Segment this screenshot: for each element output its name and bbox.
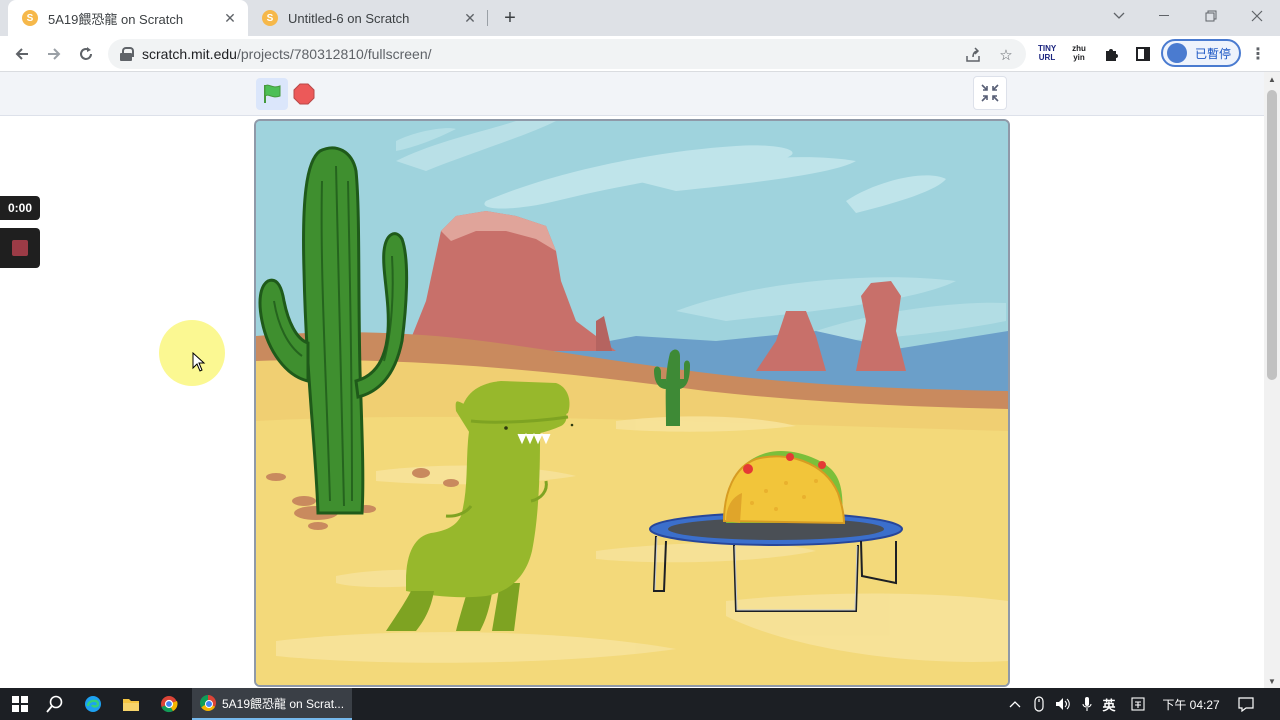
restore-icon[interactable] [1188, 0, 1234, 32]
chrome-icon [200, 695, 216, 711]
avatar [1167, 43, 1187, 63]
side-panel-icon[interactable] [1129, 40, 1157, 68]
exit-fullscreen-icon [981, 84, 999, 102]
stage-canvas [256, 121, 1008, 685]
share-icon[interactable] [964, 46, 982, 64]
scratch-page: 0:00 [0, 72, 1264, 688]
tray-chevron-up-icon[interactable] [1006, 688, 1024, 720]
url-domain: scratch.mit.edu [142, 46, 237, 62]
green-flag-button[interactable] [256, 78, 288, 110]
scratch-favicon-icon: S [22, 10, 38, 26]
volume-icon[interactable] [1052, 688, 1074, 720]
back-icon[interactable] [8, 40, 36, 68]
notification-icon[interactable] [1234, 688, 1258, 720]
tab-active[interactable]: S 5A19餵恐龍 on Scratch ✕ [8, 0, 248, 36]
taskbar-app-label: 5A19餵恐龍 on Scrat... [222, 696, 345, 711]
url-text: scratch.mit.edu/projects/780312810/fulls… [142, 46, 432, 62]
profile-status-label: 已暫停 [1195, 46, 1232, 61]
zhuyin-icon[interactable]: zhu yin [1070, 44, 1088, 62]
profile-button[interactable]: 已暫停 [1161, 39, 1241, 67]
ime-mode-icon[interactable] [1128, 688, 1148, 720]
stop-recording-button[interactable] [0, 228, 40, 268]
ime-language-indicator[interactable]: 英 [1098, 688, 1120, 720]
tab-inactive[interactable]: S Untitled-6 on Scratch ✕ [248, 0, 488, 36]
tinyurl-label: TINY URL [1038, 44, 1057, 62]
scroll-thumb[interactable] [1267, 90, 1277, 380]
exit-fullscreen-button[interactable] [973, 76, 1007, 110]
stage[interactable] [254, 119, 1010, 687]
file-explorer-icon[interactable] [119, 692, 143, 716]
extensions-puzzle-icon[interactable] [1097, 40, 1125, 68]
recording-timer: 0:00 [0, 196, 40, 220]
window-close-icon[interactable] [1234, 0, 1280, 32]
stop-square-icon [12, 240, 28, 256]
page-scrollbar[interactable]: ▲ ▼ [1264, 72, 1280, 688]
taskbar: 5A19餵恐龍 on Scrat... 英 下午 04:27 [0, 688, 1280, 720]
scroll-down-arrow-icon[interactable]: ▼ [1264, 674, 1280, 688]
green-flag-icon [264, 84, 281, 103]
url-path: /projects/780312810/fullscreen/ [236, 46, 432, 62]
mouse-cursor-icon [192, 351, 206, 377]
tab-bar: S 5A19餵恐龍 on Scratch ✕ S Untitled-6 on S… [0, 0, 1280, 36]
browser-toolbar: scratch.mit.edu/projects/780312810/fulls… [0, 36, 1280, 72]
reload-icon[interactable] [72, 40, 100, 68]
tab-title: Untitled-6 on Scratch [288, 10, 410, 26]
player-controls-bar [0, 72, 1264, 116]
microphone-icon[interactable] [1078, 688, 1096, 720]
stop-button[interactable] [292, 82, 316, 106]
address-bar[interactable]: scratch.mit.edu/projects/780312810/fulls… [108, 39, 1026, 69]
edge-browser-icon[interactable] [81, 692, 105, 716]
search-icon[interactable] [43, 692, 67, 716]
clock[interactable]: 下午 04:27 [1158, 688, 1224, 720]
tab-title: 5A19餵恐龍 on Scratch [48, 11, 184, 27]
mouse-icon[interactable] [1030, 688, 1048, 720]
scratch-favicon-icon: S [262, 10, 278, 26]
more-menu-icon[interactable]: ⋮ [1250, 44, 1266, 64]
lock-icon[interactable] [120, 47, 134, 61]
tab-search-icon[interactable] [1096, 0, 1142, 32]
minimize-icon[interactable] [1142, 0, 1188, 32]
zhuyin-label: zhu yin [1072, 44, 1086, 62]
stop-icon [293, 83, 315, 105]
new-tab-icon[interactable]: + [498, 6, 522, 30]
tinyurl-icon[interactable]: TINY URL [1038, 44, 1056, 62]
scroll-up-arrow-icon[interactable]: ▲ [1264, 72, 1280, 86]
close-icon[interactable]: ✕ [220, 8, 240, 28]
close-icon[interactable]: ✕ [460, 8, 480, 28]
forward-icon[interactable] [40, 40, 68, 68]
bookmark-star-icon[interactable]: ☆ [997, 46, 1015, 64]
windows-start-icon[interactable] [8, 692, 32, 716]
chrome-icon[interactable] [157, 692, 181, 716]
tab-separator [487, 10, 488, 26]
taskbar-app-chrome-window[interactable]: 5A19餵恐龍 on Scrat... [192, 688, 352, 720]
